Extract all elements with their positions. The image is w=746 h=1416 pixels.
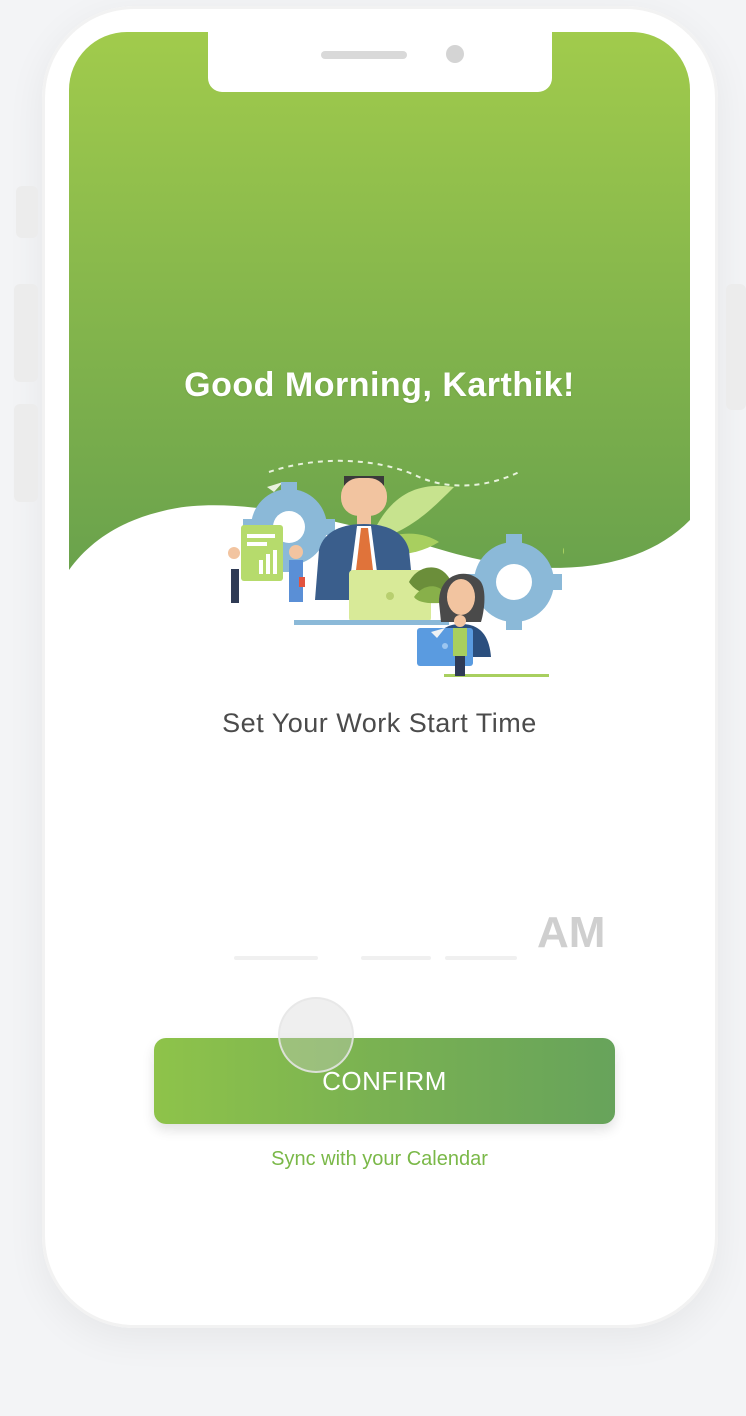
minute-wheel[interactable] bbox=[361, 956, 431, 960]
app-screen: Good Morning, Karthik! Set Your Work Sta… bbox=[69, 32, 690, 1302]
phone-power-button bbox=[726, 284, 746, 410]
sync-calendar-link[interactable]: Sync with your Calendar bbox=[69, 1148, 690, 1171]
greeting-title: Good Morning, Karthik! bbox=[184, 366, 575, 404]
phone-side-button bbox=[16, 186, 38, 238]
confirm-button[interactable]: CONFIRM bbox=[154, 1038, 615, 1124]
team-working-illustration-icon bbox=[228, 459, 564, 677]
touch-indicator bbox=[278, 997, 354, 1073]
am-pm-selector[interactable]: AM bbox=[537, 908, 605, 958]
phone-volume-up-button bbox=[14, 284, 38, 382]
front-camera bbox=[446, 45, 464, 63]
phone-volume-down-button bbox=[14, 404, 38, 502]
speaker-grille bbox=[321, 51, 407, 59]
work-start-time-heading: Set Your Work Start Time bbox=[222, 708, 537, 738]
second-wheel[interactable] bbox=[445, 956, 517, 960]
phone-notch bbox=[208, 32, 552, 92]
time-picker[interactable]: AM bbox=[69, 892, 690, 972]
hour-wheel[interactable] bbox=[234, 956, 318, 960]
